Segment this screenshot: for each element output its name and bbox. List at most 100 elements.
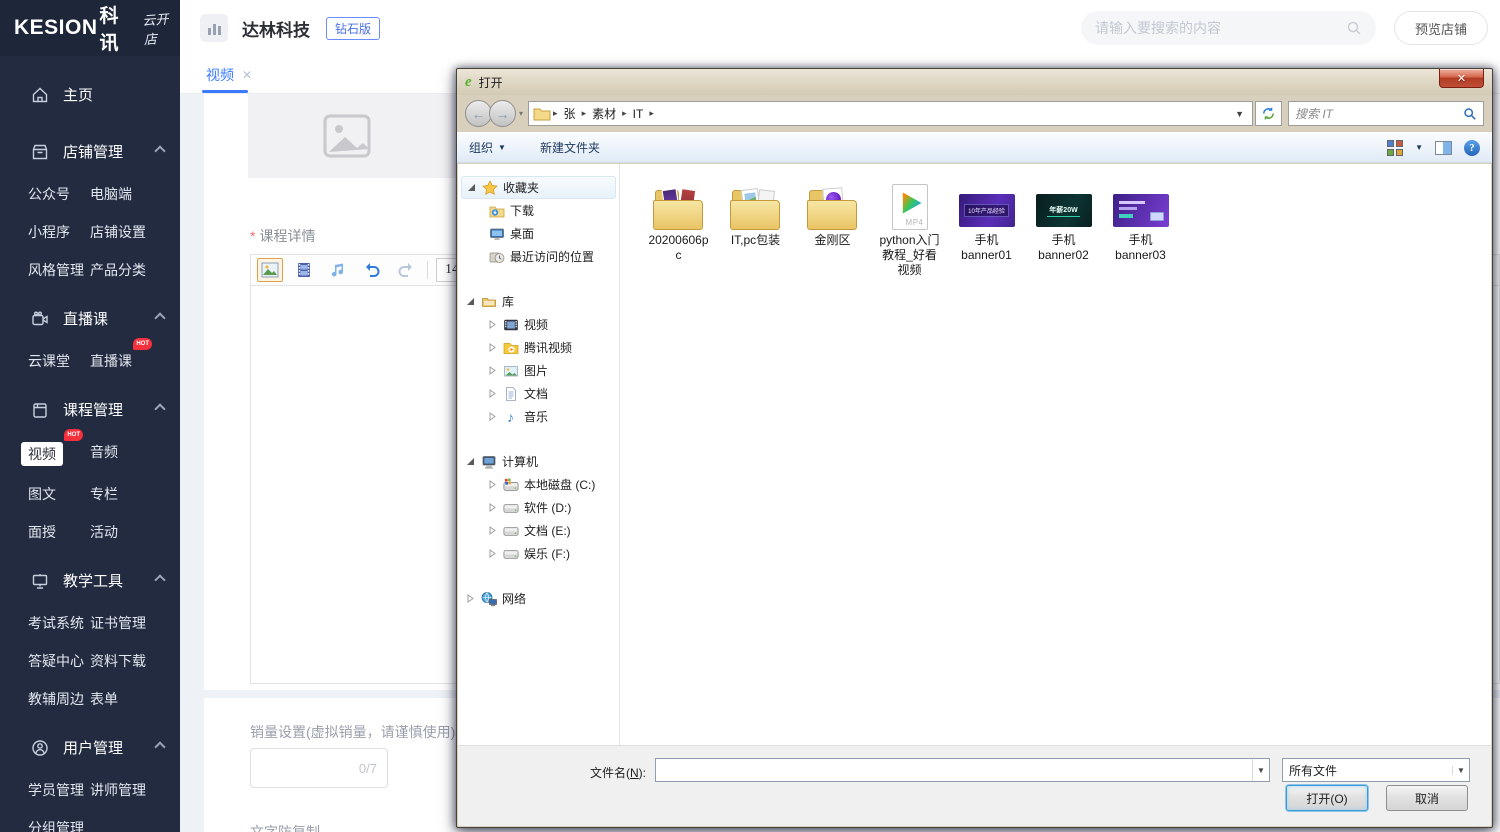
insert-audio-button[interactable]	[325, 258, 351, 282]
chevron-up-icon	[154, 403, 165, 414]
tree-drive-e[interactable]: 文档 (E:)	[458, 519, 619, 542]
organize-menu[interactable]: 组织	[469, 139, 506, 156]
tree-computer[interactable]: 计算机	[458, 450, 619, 473]
sidebar-item-dayizhongxin[interactable]: 答疑中心	[28, 651, 84, 671]
sidebar-item-yunketang[interactable]: 云课堂	[28, 351, 70, 371]
sidebar-item-diannaoduan[interactable]: 电脑端	[90, 184, 132, 204]
file-item-folder-20200606pc[interactable]: 20200606pc	[640, 178, 717, 278]
help-icon[interactable]: ?	[1464, 140, 1480, 156]
undo-button[interactable]	[359, 258, 385, 282]
sidebar-item-zhengshuguanli[interactable]: 证书管理	[90, 613, 146, 633]
tree-music[interactable]: ♪ 音乐	[458, 405, 619, 428]
banner-thumbnail: 年薪20W	[1036, 194, 1092, 227]
tree-desktop[interactable]: 桌面	[458, 222, 619, 245]
header-search-input[interactable]	[1095, 20, 1346, 36]
close-icon[interactable]	[1439, 69, 1484, 88]
insert-video-button[interactable]	[291, 258, 317, 282]
new-folder-button[interactable]: 新建文件夹	[540, 139, 600, 156]
nav-history-chevron-icon[interactable]: ▾	[519, 109, 523, 118]
tree-videos[interactable]: 视频	[458, 313, 619, 336]
breadcrumb-sucai[interactable]: 素材	[586, 105, 622, 122]
change-view-icon[interactable]	[1387, 140, 1403, 156]
chevron-up-icon	[154, 312, 165, 323]
sidebar-item-kaoshixitong[interactable]: 考试系统	[28, 613, 84, 633]
filename-input[interactable]	[656, 759, 1252, 781]
sidebar-item-huodong[interactable]: 活动	[90, 522, 118, 542]
tree-drive-f[interactable]: 娱乐 (F:)	[458, 542, 619, 565]
insert-image-button[interactable]	[257, 258, 283, 282]
redo-button[interactable]	[393, 258, 419, 282]
sidebar-item-mianshou[interactable]: 面授	[28, 522, 56, 542]
sidebar-item-biaodan[interactable]: 表单	[90, 689, 118, 709]
dialog-titlebar[interactable]: e 打开	[457, 69, 1492, 95]
plan-badge[interactable]: 钻石版	[326, 17, 380, 40]
sidebar-section-shop[interactable]: 店铺管理	[0, 131, 180, 172]
filetype-select[interactable]: 所有文件	[1282, 758, 1470, 782]
file-item-banner02[interactable]: 年薪20W 手机banner02	[1025, 178, 1102, 278]
sidebar-section-title: 用户管理	[63, 737, 123, 758]
breadcrumb-zhang[interactable]: 张	[558, 105, 582, 122]
sidebar-item-xueyuanguanli[interactable]: 学员管理	[28, 780, 84, 800]
sidebar-item-fenggeguanli[interactable]: 风格管理	[28, 260, 84, 280]
sidebar-item-zhiboke[interactable]: 直播课HOT	[90, 351, 132, 371]
tree-drive-d[interactable]: 软件 (D:)	[458, 496, 619, 519]
tab-video[interactable]: 视频	[206, 65, 252, 85]
file-item-banner01[interactable]: 10年产品经验 手机banner01	[948, 178, 1025, 278]
filename-dropdown-icon[interactable]	[1252, 759, 1269, 781]
home-icon	[30, 85, 49, 104]
open-button[interactable]: 打开(O)	[1286, 785, 1368, 811]
sidebar-item-fenzuguanli[interactable]: 分组管理	[28, 818, 84, 832]
sidebar-item-jiangshiguanli[interactable]: 讲师管理	[90, 780, 146, 800]
file-list: 20200606pc IT,pc包装 金刚区 MP4 python入门教程_好看…	[620, 164, 1491, 745]
file-item-mp4-python[interactable]: MP4 python入门教程_好看视频	[871, 178, 948, 278]
required-mark: *	[250, 228, 255, 244]
tree-drive-c[interactable]: 本地磁盘 (C:)	[458, 473, 619, 496]
sidebar-item-chanpinfenlei[interactable]: 产品分类	[90, 260, 146, 280]
sales-input[interactable]: 0/7	[250, 748, 388, 788]
tab-close-icon[interactable]	[242, 68, 252, 82]
views-dropdown-icon[interactable]	[1415, 143, 1423, 152]
drive-icon	[502, 546, 519, 562]
tree-tencent-video[interactable]: 腾讯视频	[458, 336, 619, 359]
sidebar-item-gongzhonghao[interactable]: 公众号	[28, 184, 70, 204]
computer-icon	[480, 454, 497, 470]
back-icon[interactable]: ←	[465, 100, 492, 127]
tree-favorites[interactable]: 收藏夹	[461, 176, 616, 199]
sidebar-section-live[interactable]: 直播课	[0, 298, 180, 339]
tree-recent-places[interactable]: 最近访问的位置	[458, 245, 619, 268]
tree-downloads[interactable]: 下载	[458, 199, 619, 222]
sidebar-item-home[interactable]: 主页	[0, 74, 180, 115]
sidebar-item-yinpin[interactable]: 音频	[90, 442, 118, 466]
sidebar-section-course[interactable]: 课程管理	[0, 389, 180, 430]
preview-pane-icon[interactable]	[1435, 141, 1452, 155]
sidebar-item-jiaofuzhoubian[interactable]: 教辅周边	[28, 689, 84, 709]
tree-documents[interactable]: 文档	[458, 382, 619, 405]
tree-pictures[interactable]: 图片	[458, 359, 619, 382]
dialog-search-input[interactable]	[1295, 107, 1463, 121]
address-dropdown-icon[interactable]	[1235, 109, 1244, 119]
sidebar-item-dianpushezhi[interactable]: 店铺设置	[90, 222, 146, 242]
file-item-folder-jingangqu[interactable]: 金刚区	[794, 178, 871, 278]
preview-store-button[interactable]: 预览店铺	[1394, 11, 1488, 45]
search-icon[interactable]	[1346, 20, 1362, 36]
breadcrumb-it[interactable]: IT	[627, 107, 650, 121]
course-book-icon	[30, 400, 49, 419]
sidebar-section-tools[interactable]: 教学工具	[0, 560, 180, 601]
sidebar-item-shipin-active[interactable]: 视频HOT	[21, 442, 63, 466]
sidebar-item-xiaochengxu[interactable]: 小程序	[28, 222, 70, 242]
logo-tagline: 云开店	[142, 8, 181, 48]
cancel-button[interactable]: 取消	[1386, 785, 1468, 811]
file-item-banner03[interactable]: 手机banner03	[1102, 178, 1179, 278]
refresh-icon[interactable]	[1255, 101, 1282, 126]
sidebar-item-zhuanlan[interactable]: 专栏	[90, 484, 118, 504]
file-item-folder-itpc[interactable]: IT,pc包装	[717, 178, 794, 278]
sidebar-item-ziliaoxiazai[interactable]: 资料下载	[90, 651, 146, 671]
sidebar-section-users[interactable]: 用户管理	[0, 727, 180, 768]
tree-network[interactable]: 网络	[458, 587, 619, 610]
sidebar-item-tuwen[interactable]: 图文	[28, 484, 56, 504]
tree-libraries[interactable]: 库	[458, 290, 619, 313]
breadcrumb-bar[interactable]: 张 素材 IT	[528, 101, 1253, 126]
file-name: 手机banner03	[1110, 233, 1172, 263]
file-name: 手机banner01	[956, 233, 1018, 263]
forward-icon[interactable]: →	[489, 100, 516, 127]
